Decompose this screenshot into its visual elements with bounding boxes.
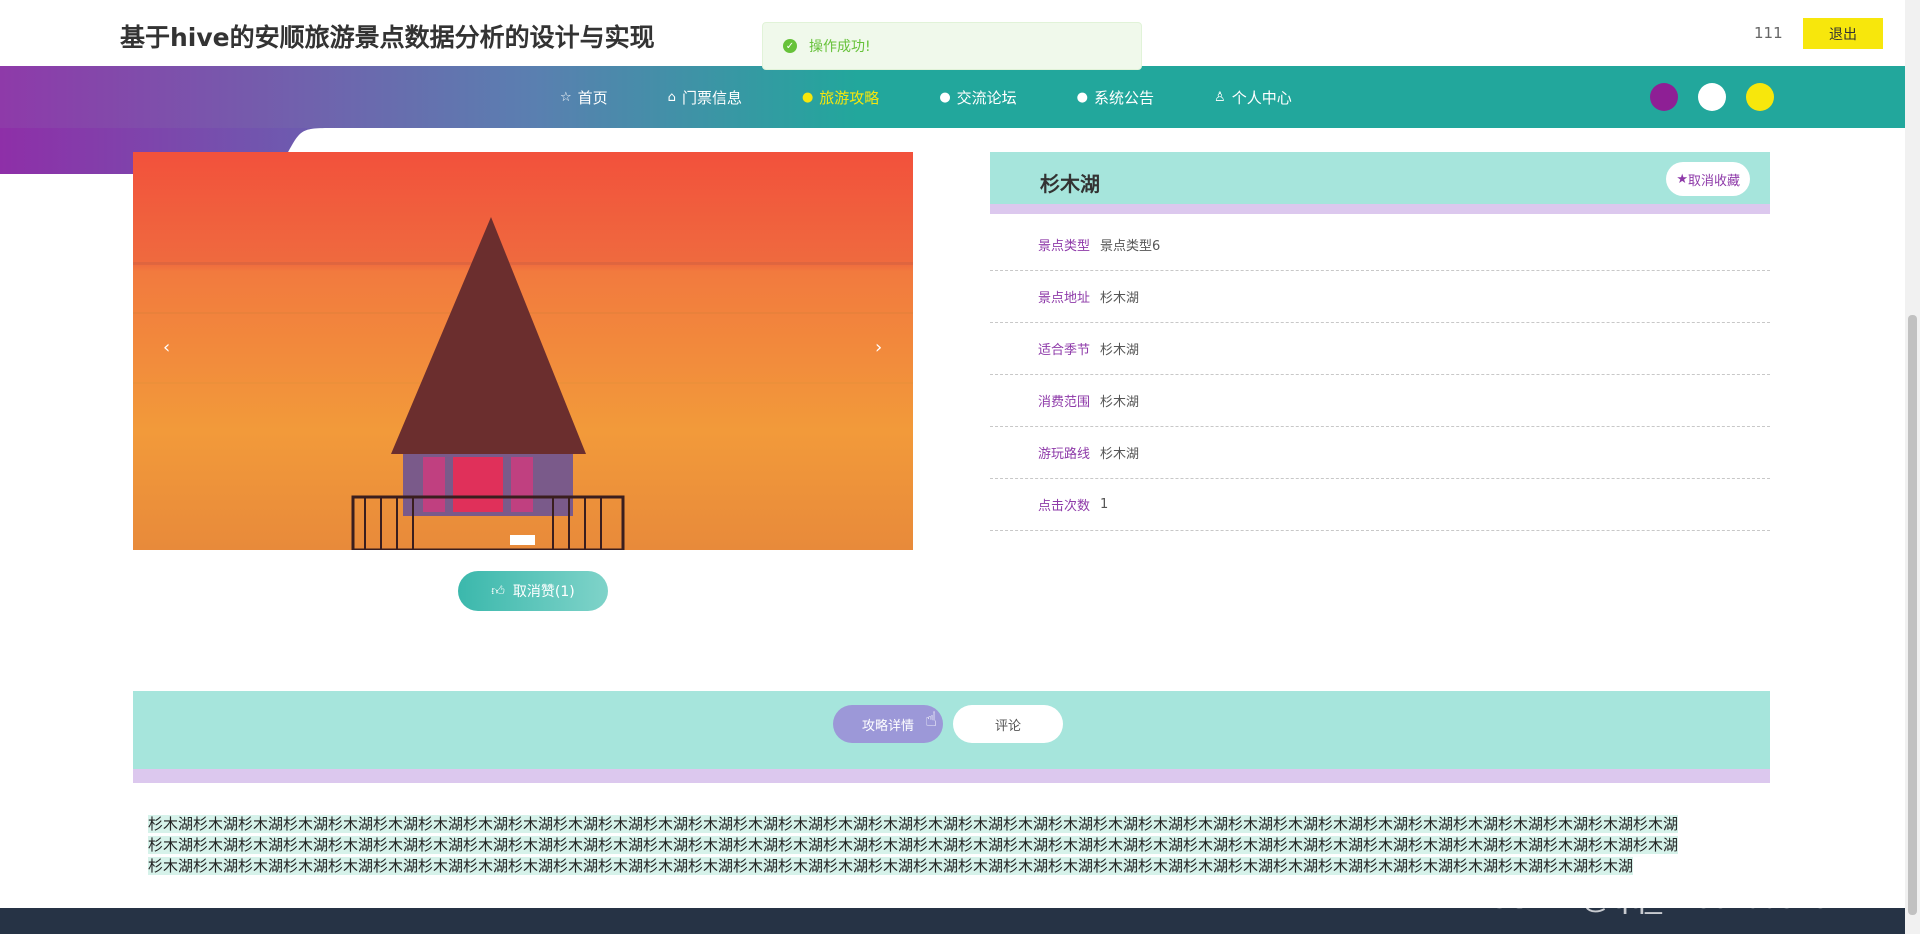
info-value: 1 bbox=[1100, 497, 1109, 512]
username: 111 bbox=[1754, 24, 1783, 42]
nav-item-notice[interactable]: ● 系统公告 bbox=[1077, 87, 1154, 108]
fav-label: 取消收藏 bbox=[1687, 173, 1740, 189]
info-label: 游玩路线 bbox=[1037, 447, 1090, 462]
site-title: 基于hive的安顺旅游景点数据分析的设计与实现 bbox=[120, 23, 655, 52]
nav-item-label: 旅游攻略 bbox=[819, 88, 880, 107]
nav-item-label: 首页 bbox=[577, 88, 608, 107]
nav-item-label: 个人中心 bbox=[1231, 88, 1292, 107]
info-value: 景点类型6 bbox=[1100, 239, 1161, 254]
scroll-thumb[interactable] bbox=[1908, 315, 1917, 915]
question-icon: ● bbox=[939, 89, 951, 105]
info-value: 杉木湖 bbox=[1100, 291, 1140, 306]
navbar: ☆ 首页 ⌂ 门票信息 ● 旅游攻略 ● 交流论坛 ● 系统公告 ♙ 个人中心 bbox=[0, 66, 1905, 128]
carousel-next-arrow[interactable]: › bbox=[875, 337, 882, 358]
logout-button[interactable]: 退出 bbox=[1803, 18, 1883, 49]
toast-message: 操作成功! bbox=[809, 39, 871, 55]
nav-item-forum[interactable]: ● 交流论坛 bbox=[939, 87, 1016, 108]
like-label: 取消赞(1) bbox=[512, 584, 575, 600]
info-icon: ● bbox=[801, 89, 814, 105]
scrollbar[interactable] bbox=[1905, 0, 1920, 934]
nav-item-profile[interactable]: ♙ 个人中心 bbox=[1214, 87, 1292, 108]
check-icon: ✓ bbox=[783, 39, 797, 53]
theme-dot-purple[interactable] bbox=[1650, 83, 1678, 111]
info-row: 消费范围 杉木湖 bbox=[990, 375, 1770, 427]
star-icon: ★ bbox=[1676, 171, 1688, 187]
tab-comment[interactable]: 评论 bbox=[953, 705, 1063, 743]
carousel-indicator[interactable] bbox=[510, 535, 535, 545]
info-row: 游玩路线 杉木湖 bbox=[990, 427, 1770, 479]
nav-item-label: 交流论坛 bbox=[956, 88, 1017, 107]
nav-item-tickets[interactable]: ⌂ 门票信息 bbox=[668, 87, 742, 108]
info-row: 景点类型 景点类型6 bbox=[990, 219, 1770, 271]
info-label: 点击次数 bbox=[1037, 499, 1090, 514]
watermark: CSDN @qq_1406299528 bbox=[1488, 882, 1829, 915]
info-row: 点击次数 1 bbox=[990, 479, 1770, 531]
user-icon: ♙ bbox=[1214, 89, 1226, 105]
theme-dot-yellow[interactable] bbox=[1746, 83, 1774, 111]
info-label: 适合季节 bbox=[1037, 343, 1090, 358]
bag-icon: ⌂ bbox=[667, 89, 676, 105]
info-label: 景点地址 bbox=[1037, 291, 1090, 306]
info-header: 杉木湖 ★ 取消收藏 bbox=[990, 152, 1770, 214]
carousel-prev-arrow[interactable]: ‹ bbox=[163, 337, 170, 358]
thumb-up-icon: 👍︎ bbox=[491, 583, 505, 599]
info-value: 杉木湖 bbox=[1100, 343, 1140, 358]
info-label: 消费范围 bbox=[1037, 395, 1090, 410]
info-row: 景点地址 杉木湖 bbox=[990, 271, 1770, 323]
nav-menu: ☆ 首页 ⌂ 门票信息 ● 旅游攻略 ● 交流论坛 ● 系统公告 ♙ 个人中心 bbox=[560, 66, 1352, 128]
theme-dot-white[interactable] bbox=[1698, 83, 1726, 111]
success-toast: ✓ 操作成功! bbox=[762, 22, 1142, 70]
page: 基于hive的安顺旅游景点数据分析的设计与实现 111 退出 ✓ 操作成功! ☆… bbox=[0, 0, 1920, 934]
info-list: 景点类型 景点类型6 景点地址 杉木湖 适合季节 杉木湖 消费范围 杉木湖 游玩… bbox=[990, 219, 1770, 531]
info-row: 适合季节 杉木湖 bbox=[990, 323, 1770, 375]
detail-line: 杉木湖杉木湖杉木湖杉木湖杉木湖杉木湖杉木湖杉木湖杉木湖杉木湖杉木湖杉木湖杉木湖杉… bbox=[148, 815, 1679, 833]
image-carousel[interactable]: ‹ › bbox=[133, 152, 913, 550]
tab-bar: 攻略详情 评论 bbox=[133, 691, 1770, 783]
star-icon: ☆ bbox=[560, 89, 572, 105]
scenic-image bbox=[133, 152, 913, 550]
detail-line: 杉木湖杉木湖杉木湖杉木湖杉木湖杉木湖杉木湖杉木湖杉木湖杉木湖杉木湖杉木湖杉木湖杉… bbox=[148, 857, 1634, 875]
detail-line: 杉木湖杉木湖杉木湖杉木湖杉木湖杉木湖杉木湖杉木湖杉木湖杉木湖杉木湖杉木湖杉木湖杉… bbox=[148, 836, 1679, 854]
info-label: 景点类型 bbox=[1037, 239, 1090, 254]
nav-item-guides[interactable]: ● 旅游攻略 bbox=[802, 87, 879, 108]
info-value: 杉木湖 bbox=[1100, 395, 1140, 410]
unfavorite-button[interactable]: ★ 取消收藏 bbox=[1666, 162, 1750, 196]
scenic-name: 杉木湖 bbox=[1040, 172, 1100, 196]
info-value: 杉木湖 bbox=[1100, 447, 1140, 462]
guide-detail-content: 杉木湖杉木湖杉木湖杉木湖杉木湖杉木湖杉木湖杉木湖杉木湖杉木湖杉木湖杉木湖杉木湖杉… bbox=[148, 814, 1748, 877]
nav-item-label: 门票信息 bbox=[681, 88, 742, 107]
notice-icon: ● bbox=[1076, 89, 1089, 105]
nav-item-label: 系统公告 bbox=[1094, 88, 1155, 107]
nav-item-home[interactable]: ☆ 首页 bbox=[560, 87, 608, 108]
unlike-button[interactable]: 👍︎ 取消赞(1) bbox=[458, 571, 608, 611]
mouse-cursor: ☝ bbox=[925, 707, 938, 731]
theme-switcher bbox=[1650, 83, 1794, 111]
